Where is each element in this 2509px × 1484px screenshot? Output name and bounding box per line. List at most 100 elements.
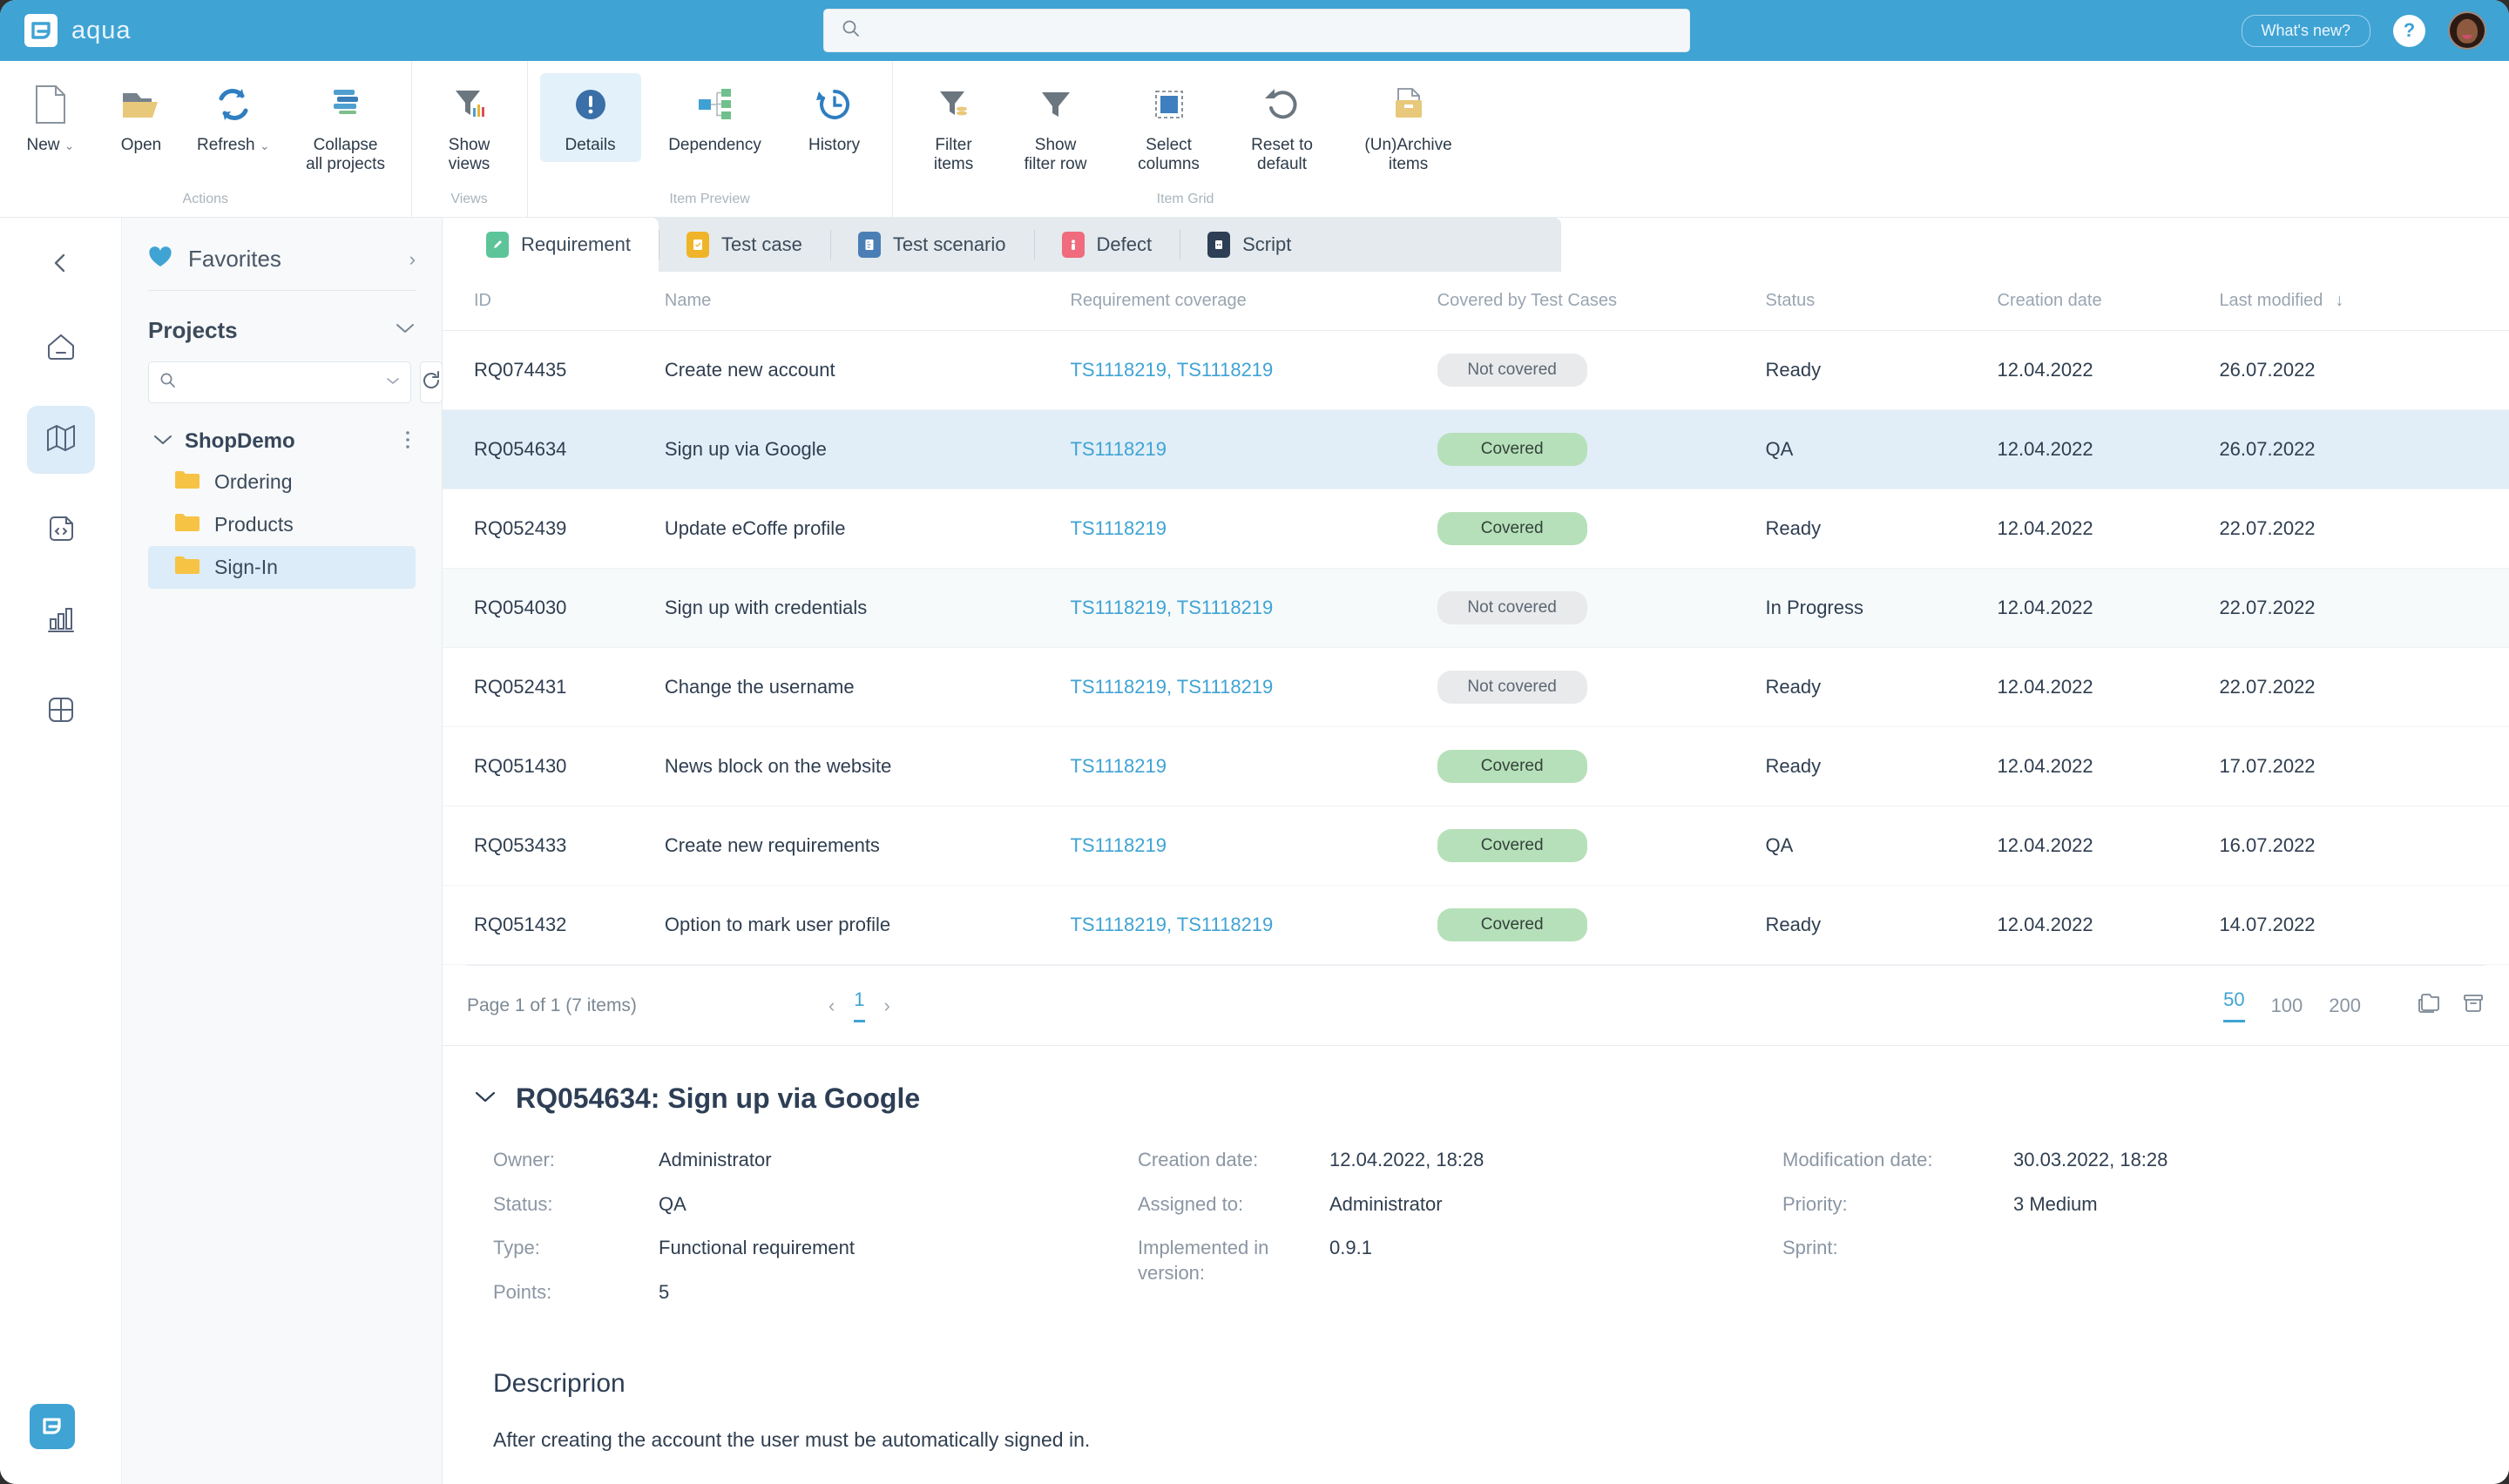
cell-id: RQ051432 — [443, 886, 665, 965]
project-root-shopdemo[interactable]: ShopDemo — [148, 422, 416, 461]
column-header-last-modified[interactable]: Last modified↓ — [2219, 272, 2509, 331]
show-filter-row-button[interactable]: Show filter row — [999, 73, 1112, 182]
projects-search-input[interactable] — [185, 374, 377, 391]
tab-defect[interactable]: Defect — [1034, 218, 1180, 272]
cell-coverage[interactable]: TS1118219 — [1070, 806, 1437, 886]
sidebar-item-reports[interactable] — [27, 587, 95, 655]
column-header-name[interactable]: Name — [665, 272, 1071, 331]
detail-header[interactable]: RQ054634: Sign up via Google — [443, 1083, 2509, 1115]
page-size-200[interactable]: 200 — [2329, 995, 2361, 1017]
ribbon-group-views: Show views Views — [411, 61, 527, 218]
page-size-100[interactable]: 100 — [2271, 995, 2303, 1017]
more-vertical-icon[interactable] — [405, 430, 410, 454]
cell-name: Option to mark user profile — [665, 886, 1071, 965]
column-header-status[interactable]: Status — [1766, 272, 1998, 331]
column-header-id[interactable]: ID — [443, 272, 665, 331]
cell-creation-date: 12.04.2022 — [1998, 727, 2220, 806]
projects-header[interactable]: Projects — [148, 317, 416, 344]
detail-column-3: Modification date: 30.03.2022, 18:28 Pri… — [1782, 1148, 2427, 1324]
detail-label: Sprint: — [1782, 1236, 2013, 1261]
cell-coverage[interactable]: TS1118219 — [1070, 410, 1437, 489]
pagination-info: Page 1 of 1 (7 items) — [467, 995, 637, 1016]
open-button[interactable]: Open — [96, 73, 186, 162]
refresh-icon — [214, 82, 253, 127]
avatar[interactable] — [2448, 11, 2486, 50]
archive-box-icon[interactable] — [2462, 992, 2485, 1019]
detail-title: RQ054634: Sign up via Google — [516, 1083, 920, 1115]
show-views-button[interactable]: Show views — [424, 73, 515, 182]
project-folder-products[interactable]: Products — [148, 503, 416, 546]
sidebar-item-projects-map[interactable] — [27, 406, 95, 474]
refresh-button[interactable]: Refresh ⌄ — [186, 73, 281, 162]
table-row[interactable]: RQ052431 Change the username TS1118219, … — [443, 648, 2509, 727]
projects-search[interactable] — [148, 361, 411, 403]
tab-test-case[interactable]: Test case — [659, 218, 830, 272]
item-grid-body: RQ074435 Create new account TS1118219, T… — [443, 331, 2509, 965]
page-size-50[interactable]: 50 — [2223, 988, 2244, 1022]
select-columns-button[interactable]: Select columns — [1112, 73, 1226, 182]
cell-last-modified: 16.07.2022 — [2219, 806, 2509, 886]
details-button[interactable]: Details — [540, 73, 641, 162]
tab-script[interactable]: Script — [1180, 218, 1319, 272]
reset-to-default-button[interactable]: Reset to default — [1226, 73, 1339, 182]
sidebar-item-home[interactable] — [27, 315, 95, 383]
table-row[interactable]: RQ052439 Update eCoffe profile TS1118219… — [443, 489, 2509, 569]
whats-new-button[interactable]: What's new? — [2242, 15, 2370, 47]
new-button[interactable]: New ⌄ — [5, 73, 96, 162]
refresh-button-label: Refresh ⌄ — [197, 136, 270, 155]
table-row[interactable]: RQ051432 Option to mark user profile TS1… — [443, 886, 2509, 965]
project-folder-ordering[interactable]: Ordering — [148, 461, 416, 503]
sidebar-item-dashboard[interactable] — [27, 678, 95, 745]
prev-page-button[interactable]: ‹ — [828, 995, 835, 1017]
cell-coverage[interactable]: TS1118219, TS1118219 — [1070, 569, 1437, 648]
chevron-down-icon[interactable] — [153, 434, 172, 450]
copy-folder-icon[interactable] — [2417, 992, 2441, 1019]
pagination-icons — [2417, 992, 2485, 1019]
next-page-button[interactable]: › — [884, 995, 890, 1017]
archive-items-button[interactable]: (Un)Archive items — [1339, 73, 1478, 182]
cell-coverage[interactable]: TS1118219 — [1070, 727, 1437, 806]
detail-field-priority: Priority: 3 Medium — [1782, 1192, 2427, 1218]
project-folder-sign-in[interactable]: Sign-In — [148, 546, 416, 589]
brand-logo[interactable]: aqua — [24, 14, 132, 47]
chevron-down-icon[interactable] — [474, 1089, 497, 1109]
dependency-button[interactable]: Dependency — [641, 73, 789, 162]
filter-items-button[interactable]: Filter items — [909, 73, 999, 182]
chat-widget-icon[interactable] — [30, 1404, 75, 1449]
cell-coverage[interactable]: TS1118219, TS1118219 — [1070, 886, 1437, 965]
tab-test-scenario[interactable]: Test scenario — [830, 218, 1034, 272]
tab-requirement[interactable]: Requirement — [458, 218, 659, 272]
cell-id: RQ053433 — [443, 806, 665, 886]
history-button[interactable]: History — [789, 73, 880, 162]
page-number-1[interactable]: 1 — [854, 988, 864, 1022]
column-header-creation-date[interactable]: Creation date — [1998, 272, 2220, 331]
item-grid-wrap: ID Name Requirement coverage Covered by … — [443, 272, 2509, 1045]
favorites-row[interactable]: Favorites › — [148, 239, 416, 285]
cell-coverage[interactable]: TS1118219, TS1118219 — [1070, 648, 1437, 727]
detail-fields: Owner: Administrator Status: QA Type: Fu… — [443, 1115, 2509, 1324]
sidebar-item-scripts[interactable] — [27, 496, 95, 564]
cell-coverage[interactable]: TS1118219 — [1070, 489, 1437, 569]
detail-label: Points: — [493, 1280, 659, 1305]
collapse-all-projects-button[interactable]: Collapse all projects — [281, 73, 411, 182]
table-row[interactable]: RQ051430 News block on the website TS111… — [443, 727, 2509, 806]
help-icon[interactable]: ? — [2393, 15, 2425, 47]
detail-label: Creation date: — [1138, 1148, 1329, 1173]
search-input[interactable] — [871, 21, 1655, 40]
table-row[interactable]: RQ053433 Create new requirements TS11182… — [443, 806, 2509, 886]
cell-coverage[interactable]: TS1118219, TS1118219 — [1070, 331, 1437, 410]
favorites-label: Favorites — [188, 246, 394, 273]
rail-collapse-button[interactable] — [33, 237, 89, 293]
refresh-icon — [421, 370, 442, 395]
column-header-requirement-coverage[interactable]: Requirement coverage — [1070, 272, 1437, 331]
column-header-covered-by-test-cases[interactable]: Covered by Test Cases — [1437, 272, 1766, 331]
item-grid-header-row: ID Name Requirement coverage Covered by … — [443, 272, 2509, 331]
bar-chart-icon — [46, 604, 76, 638]
test-scenario-icon — [858, 232, 881, 258]
global-search[interactable] — [823, 9, 1690, 52]
table-row[interactable]: RQ054030 Sign up with credentials TS1118… — [443, 569, 2509, 648]
table-row[interactable]: RQ074435 Create new account TS1118219, T… — [443, 331, 2509, 410]
chevron-down-icon[interactable] — [386, 374, 400, 390]
table-row[interactable]: RQ054634 Sign up via Google TS1118219 Co… — [443, 410, 2509, 489]
projects-refresh-button[interactable] — [420, 361, 443, 403]
